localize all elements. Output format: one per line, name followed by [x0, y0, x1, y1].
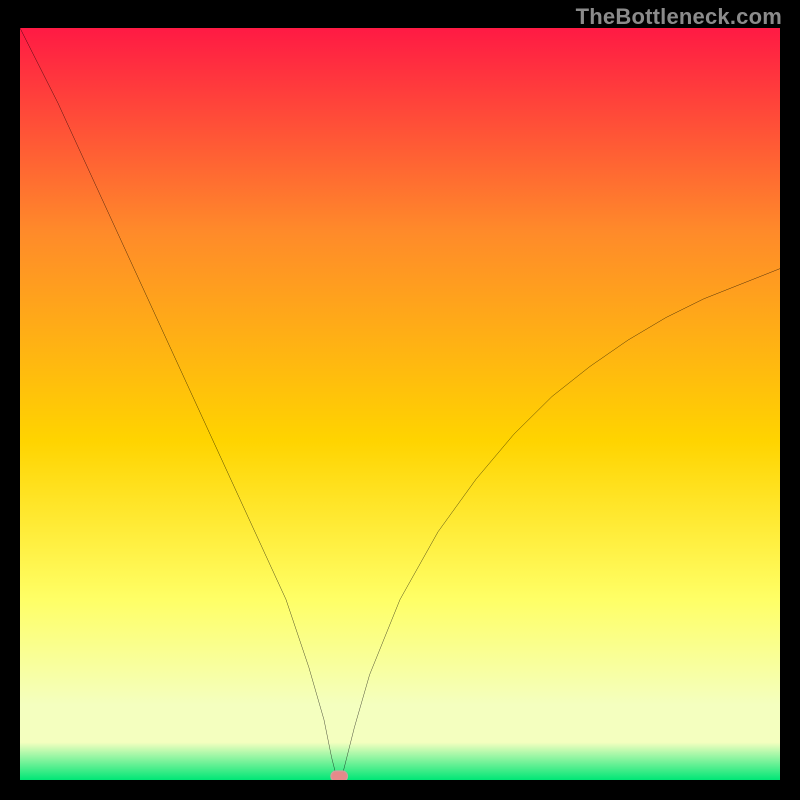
chart-svg — [20, 28, 780, 780]
optimum-marker — [331, 771, 348, 780]
gradient-background — [20, 28, 780, 780]
watermark-text: TheBottleneck.com — [576, 4, 782, 30]
chart-frame: TheBottleneck.com — [0, 0, 800, 800]
plot-area — [20, 28, 780, 780]
